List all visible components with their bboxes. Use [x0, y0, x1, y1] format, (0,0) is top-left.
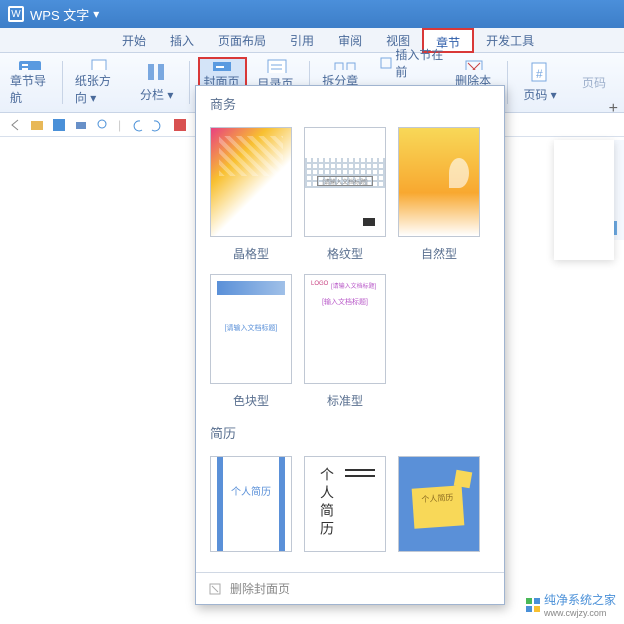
- group-business: 商务: [196, 86, 504, 121]
- page-icon: [86, 59, 112, 70]
- lbl-nav: 章节导航: [10, 72, 50, 106]
- toc-icon: [264, 59, 290, 73]
- ribbon-tabs: 开始 插入 页面布局 引用 审阅 视图 章节 开发工具: [0, 28, 624, 53]
- watermark: 纯净系统之家 www.cwjzy.com: [526, 591, 616, 618]
- lbl-pn: 页码 ▾: [523, 86, 556, 103]
- tab-reference[interactable]: 引用: [278, 28, 326, 52]
- document-page: [554, 140, 614, 260]
- pagenum-icon: #: [527, 62, 553, 84]
- nav-icon: [17, 59, 43, 70]
- resume-1[interactable]: 个人简历: [210, 456, 292, 552]
- resume-2[interactable]: 个人简历: [304, 456, 386, 552]
- insert-before-icon: [380, 55, 393, 71]
- app-title: WPS 文字: [30, 5, 89, 24]
- cover-icon: [209, 61, 235, 71]
- add-tab-icon[interactable]: +: [609, 100, 618, 118]
- split-icon: [333, 59, 359, 70]
- qa-print-icon[interactable]: [74, 118, 88, 132]
- cover-crystal[interactable]: 晶格型: [210, 127, 292, 262]
- qa-undo-icon[interactable]: [129, 118, 143, 132]
- delete-icon: [462, 59, 488, 70]
- columns-icon: [144, 62, 170, 84]
- qa-back-icon[interactable]: [8, 118, 22, 132]
- tab-insert[interactable]: 插入: [158, 28, 206, 52]
- btn-pagenum[interactable]: # 页码 ▾: [516, 57, 564, 108]
- btn-insert-before[interactable]: 插入节在前: [380, 46, 445, 80]
- btn-chapter-nav[interactable]: 章节导航: [6, 57, 54, 108]
- svg-text:#: #: [536, 67, 543, 81]
- qa-redo-icon[interactable]: [151, 118, 165, 132]
- btn-columns[interactable]: 分栏 ▾: [133, 57, 181, 108]
- chevron-down-icon[interactable]: ▾: [93, 7, 99, 21]
- app-logo-icon: W: [8, 6, 24, 22]
- cover-standard[interactable]: LOGO[请输入文档标题][输入文档标题] 标准型: [304, 274, 386, 409]
- qa-open-icon[interactable]: [30, 118, 44, 132]
- qa-conv-icon[interactable]: [173, 118, 187, 132]
- tab-layout[interactable]: 页面布局: [206, 28, 278, 52]
- cover-nature[interactable]: 自然型: [398, 127, 480, 262]
- tab-devtools[interactable]: 开发工具: [474, 28, 546, 52]
- lbl-cols: 分栏 ▾: [140, 86, 173, 103]
- tab-review[interactable]: 审阅: [326, 28, 374, 52]
- resume-3[interactable]: 个人简历: [398, 456, 480, 552]
- tab-start[interactable]: 开始: [110, 28, 158, 52]
- cover-grid[interactable]: [请输入文档标题] 格纹型: [304, 127, 386, 262]
- group-resume: 简历: [196, 415, 504, 450]
- cover-block[interactable]: [请输入文档标题] 色块型: [210, 274, 292, 409]
- cover-dropdown: 商务 晶格型 [请输入文档标题] 格纹型 自然型 [请输入文档标题] 色块型 L…: [195, 85, 505, 605]
- watermark-icon: [526, 598, 540, 612]
- qa-preview-icon[interactable]: [96, 118, 110, 132]
- delete-cover-icon: [208, 582, 222, 596]
- title-bar: W WPS 文字 ▾: [0, 0, 624, 28]
- lbl-paper: 纸张方向 ▾: [75, 72, 123, 106]
- btn-paper-dir[interactable]: 纸张方向 ▾: [71, 57, 127, 108]
- qa-save-icon[interactable]: [52, 118, 66, 132]
- delete-cover[interactable]: 删除封面页: [196, 572, 504, 604]
